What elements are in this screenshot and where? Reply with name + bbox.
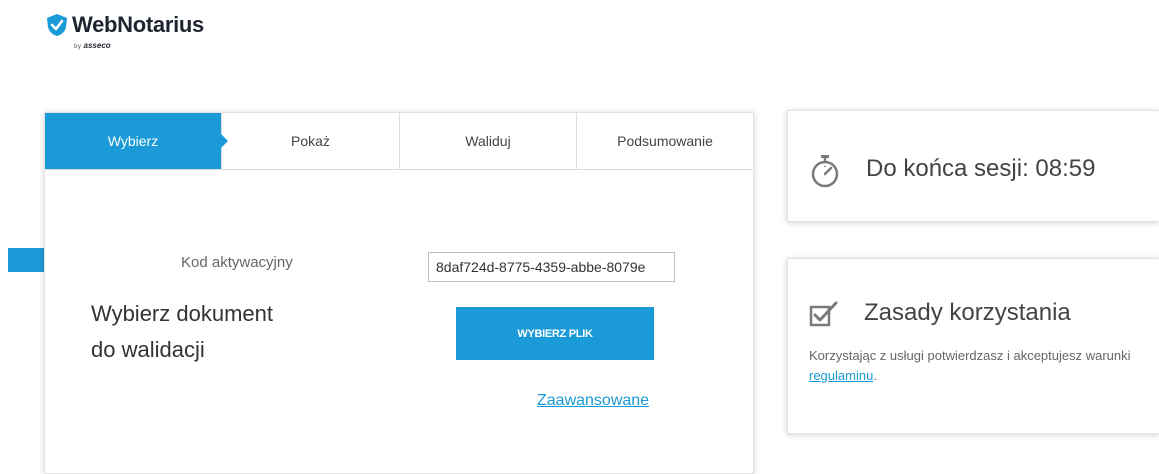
rules-card: Zasady korzystania Korzystając z usługi … [787,258,1159,434]
shield-check-icon [47,14,67,36]
tab-wybierz[interactable]: Wybierz [45,113,228,169]
checkbox-icon [809,301,838,327]
page-title-line2: do walidacji [91,337,205,362]
activation-code-input[interactable] [428,252,675,282]
tab-pokaz[interactable]: Pokaż [222,113,400,169]
select-file-button[interactable]: WYBIERZ PLIK [456,307,654,360]
rules-text: Korzystając z usługi potwierdzasz i akce… [809,348,1131,363]
tab-waliduj[interactable]: Waliduj [400,113,577,169]
wizard-tabs: Wybierz Pokaż Waliduj Podsumowanie [45,113,753,170]
page-title-line1: Wybierz dokument [91,301,273,326]
brand-company: asseco [83,41,111,50]
page-title: Wybierz dokument do walidacji [91,296,273,368]
stopwatch-icon [811,155,839,188]
session-timer: Do końca sesji: 08:59 [866,155,1096,182]
tab-podsumowanie[interactable]: Podsumowanie [577,113,753,169]
rules-description: Korzystając z usługi potwierdzasz i akce… [809,346,1154,386]
terms-link[interactable]: regulaminu [809,368,873,383]
brand-name: WebNotarius [72,12,204,37]
brand-by: by [74,44,82,50]
brand-logo[interactable]: WebNotarius by asseco [46,12,204,50]
main-panel: Wybierz Pokaż Waliduj Podsumowanie [44,112,754,474]
rules-text-end: . [873,368,877,383]
brand-byline: by asseco [74,41,111,50]
session-card: Do końca sesji: 08:59 [787,110,1159,222]
rules-title: Zasady korzystania [864,299,1071,326]
activation-code-label: Kod aktywacyjny [181,254,293,271]
advanced-link[interactable]: Zaawansowane [537,392,649,410]
